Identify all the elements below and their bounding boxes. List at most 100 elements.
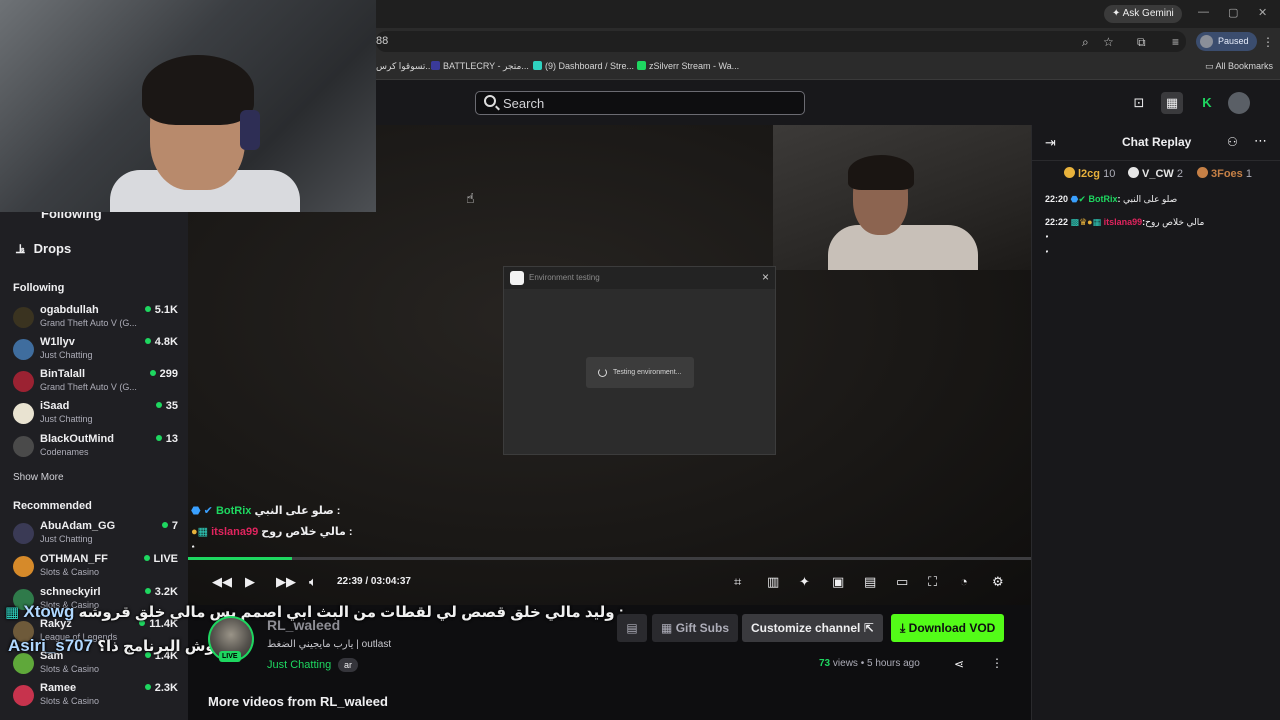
sidebar-channel[interactable]: ogabdullah Grand Theft Auto V (G... 5.1K [13, 304, 178, 334]
live-dot [144, 684, 151, 690]
settings-gear-icon[interactable]: ⚙ [992, 574, 1004, 590]
channel-name: OTHMAN_FF [40, 553, 108, 565]
viewer-count: 299 [149, 368, 178, 380]
sidebar-channel[interactable]: AbuAdam_GG Just Chatting 7 [13, 520, 178, 550]
theater-mode-icon[interactable]: ▭ [896, 574, 908, 590]
gifter-leader: l2cg 10 [1064, 167, 1115, 180]
overlay-user: itslana99 [211, 526, 259, 538]
badge-icon: ▦ [1092, 217, 1102, 227]
dashboard-icon[interactable]: ▦ [1161, 92, 1183, 114]
rewind-icon[interactable]: ◀◀ [212, 574, 232, 590]
more-options-icon[interactable]: ⋮ [991, 656, 1003, 670]
chat-user[interactable]: itslana99 [1104, 217, 1143, 227]
bookmark-star-icon[interactable]: ☆ [1103, 35, 1114, 49]
seek-bar[interactable] [188, 557, 1031, 560]
language-tag[interactable]: ar [338, 658, 359, 672]
user-avatar[interactable] [1228, 92, 1250, 114]
sidebar-channel[interactable]: iSaad Just Chatting 35 [13, 400, 178, 430]
kick-logo-icon[interactable]: K [1196, 92, 1218, 114]
all-bookmarks[interactable]: ▭ All Bookmarks [1205, 61, 1273, 72]
bookmark-favicon [431, 61, 440, 70]
speed-icon[interactable]: ◔ [960, 574, 968, 589]
nav-drops[interactable]: ⫡ Drops [16, 241, 71, 257]
channel-name: BinTalall [40, 368, 86, 380]
vod-meta: 73 views • 5 hours ago [819, 658, 920, 669]
avatar [13, 339, 34, 360]
maximize-icon[interactable]: ▢ [1228, 6, 1238, 19]
fullscreen-icon[interactable]: ⛶ [928, 574, 937, 590]
facecam-headset [240, 110, 260, 150]
live-badge: LIVE [219, 651, 241, 662]
gifter-leader: 3Foes 1 [1197, 167, 1252, 180]
caption-badge-icon: ▦ [5, 604, 20, 621]
sidebar-channel[interactable]: BinTalall Grand Theft Auto V (G... 299 [13, 368, 178, 398]
show-more-link[interactable]: Show More [13, 472, 64, 483]
overlay-user: BotRix [215, 505, 252, 517]
profile-button[interactable]: Paused [1196, 32, 1257, 51]
customize-channel-button[interactable]: Customize channel ⇱ [742, 614, 883, 642]
chat-message: 22:22 ▩♛●▦ itslana99:مالي خلاص روح [1045, 217, 1205, 227]
sidebar-channel[interactable]: OTHMAN_FF Slots & Casino LIVE [13, 553, 178, 583]
viewer-count: 35 [155, 400, 178, 412]
ask-gemini-label: Ask Gemini [1122, 8, 1174, 19]
theater-button[interactable]: ▤ [617, 614, 647, 642]
cast-icon[interactable]: ▤ [864, 574, 876, 590]
webcam-body [828, 225, 978, 270]
sidebar-channel[interactable]: Ramee Slots & Casino 2.3K [13, 682, 178, 712]
live-dot [155, 435, 162, 441]
search-input[interactable]: Search [475, 91, 805, 115]
channel-game: Grand Theft Auto V (G... [40, 382, 137, 392]
bookmark-item[interactable]: BATTLECRY - متجر... [431, 61, 529, 72]
gift-subs-button[interactable]: ▦ Gift Subs [652, 614, 739, 642]
close-window-icon[interactable]: ✕ [1258, 6, 1267, 19]
media-icon[interactable]: ≡ [1172, 35, 1179, 49]
chat-user[interactable]: BotRix [1088, 194, 1117, 204]
dialog-close-icon[interactable]: × [762, 270, 769, 284]
profile-avatar [1200, 35, 1213, 48]
facecam-hair [142, 55, 254, 125]
channel-game: Just Chatting [40, 414, 93, 424]
minimize-icon[interactable]: — [1198, 6, 1209, 18]
category-link[interactable]: Just Chatting [267, 659, 331, 671]
bookmark-item[interactable]: (9) Dashboard / Stre... [533, 61, 634, 71]
play-icon[interactable]: ▶ [245, 574, 255, 590]
live-dot [149, 370, 156, 376]
collapse-chat-icon[interactable]: ⇥ [1045, 135, 1056, 151]
sidebar-channel[interactable]: BlackOutMind Codenames 13 [13, 433, 178, 463]
badge-icon: ▦ [197, 526, 209, 538]
channel-name: schneckyirl [40, 586, 101, 598]
viewer-count-value: 2.3K [154, 682, 178, 694]
browser-menu-icon[interactable]: ⋮ [1262, 35, 1274, 49]
sidebar-channel[interactable]: W1llyv Just Chatting 4.8K [13, 336, 178, 366]
stats-icon[interactable]: ▥ [767, 574, 779, 590]
leader-count: 10 [1103, 168, 1116, 180]
avatar [13, 523, 34, 544]
overlay-chat-line: ●▦ itslana99 مالي خلاص روح : [191, 525, 353, 538]
loot-icon[interactable]: ⊡ [1128, 92, 1150, 114]
download-vod-button[interactable]: ⤓ Download VOD [891, 614, 1005, 642]
extensions-icon[interactable]: ⧉ [1137, 35, 1146, 50]
address-bar[interactable] [376, 31, 1186, 52]
pip-icon[interactable]: ▣ [832, 574, 844, 590]
bookmark-favicon [533, 61, 542, 70]
bookmark-item[interactable]: تسوقوا كرس... [376, 61, 433, 72]
viewer-count-value: 299 [159, 368, 178, 380]
clip-icon[interactable]: ⌗ [734, 574, 741, 590]
address-text[interactable]: 88 [376, 35, 388, 47]
volume-icon[interactable]: 🔈︎ [309, 574, 317, 590]
fast-forward-icon[interactable]: ▶▶ [276, 574, 296, 590]
duration: 03:04:37 [370, 576, 411, 587]
chat-menu-icon[interactable]: ⋯ [1254, 133, 1267, 149]
ask-gemini-button[interactable]: ✦ Ask Gemini [1104, 5, 1182, 23]
channel-name-title[interactable]: RL_waleed [267, 617, 340, 633]
chat-message: 22:20 ⬣✔ BotRix: صلو على النبي [1045, 194, 1178, 204]
chat-users-icon[interactable]: ⚇ [1227, 135, 1238, 149]
leader-count: 2 [1176, 168, 1183, 180]
leader-count: 1 [1245, 168, 1252, 180]
share-icon[interactable]: ⋖ [954, 657, 964, 671]
viewer-count: 7 [161, 520, 178, 532]
zoom-icon[interactable]: ⌕ [1082, 35, 1089, 50]
sparkle-icon[interactable]: ✦ [799, 574, 810, 590]
channel-game: Slots & Casino [40, 664, 100, 674]
bookmark-item[interactable]: zSilverr Stream - Wa... [637, 61, 739, 71]
